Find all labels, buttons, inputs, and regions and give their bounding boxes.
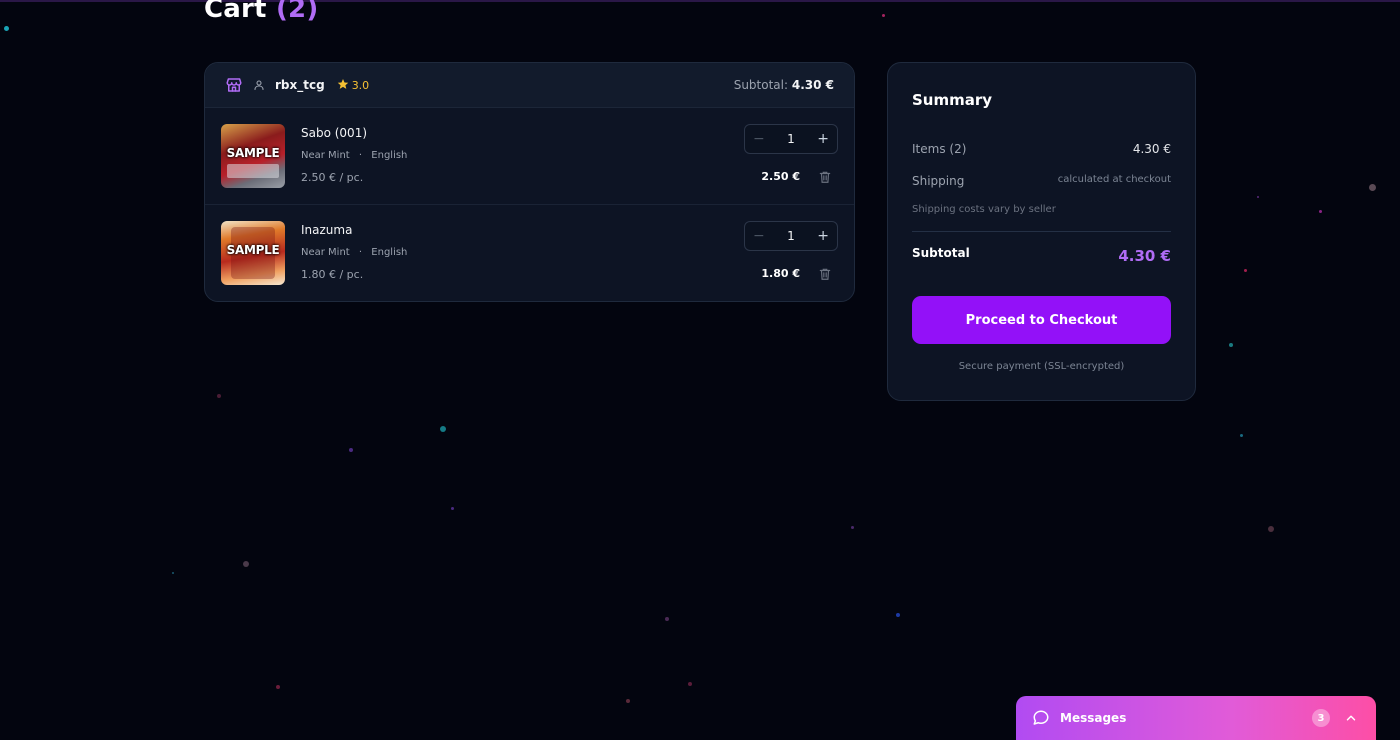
summary-shipping-label: Shipping [912,174,965,188]
shipping-note: Shipping costs vary by seller [912,204,1056,215]
star-icon [337,78,349,93]
store-icon [225,76,243,94]
summary-shipping-row: Shipping calculated at checkout [912,174,1171,188]
cart-count: (2) [275,0,319,24]
summary-subtotal-label: Subtotal [912,246,970,260]
seller-subtotal: Subtotal: 4.30 € [734,78,834,92]
item-unit-price: 1.80 € / pc. [301,268,364,281]
summary-subtotal-value: 4.30 € [1118,247,1171,265]
card-thumbnail[interactable]: SAMPLE [221,124,285,188]
increase-quantity-button[interactable]: + [817,228,829,244]
chevron-up-icon[interactable] [1344,711,1358,725]
quantity-stepper: − 1 + [744,221,838,251]
summary-shipping-value: calculated at checkout [1057,174,1171,185]
seller-cart-group: rbx_tcg 3.0 Subtotal: 4.30 € SAMPLE Sabo… [204,62,855,302]
user-icon [253,79,265,91]
seller-subtotal-label: Subtotal: [733,78,789,92]
summary-items-value: 4.30 € [1132,142,1171,156]
decrease-quantity-button[interactable]: − [753,228,765,244]
summary-items-label: Items (2) [912,142,967,156]
decrease-quantity-button[interactable]: − [753,131,765,147]
summary-divider [912,231,1171,232]
item-attributes: Near Mint · English [301,247,408,258]
summary-title: Summary [912,91,993,109]
trash-icon[interactable] [818,170,832,184]
item-condition: Near Mint [301,150,350,161]
item-name[interactable]: Inazuma [301,223,352,237]
seller-header: rbx_tcg 3.0 Subtotal: 4.30 € [205,63,854,108]
cart-item: SAMPLE Sabo (001) Near Mint · English 2.… [205,108,854,205]
page-title: Cart (2) [204,0,318,24]
item-attributes: Near Mint · English [301,150,408,161]
seller-rating: 3.0 [337,78,370,93]
item-unit-price: 2.50 € / pc. [301,171,364,184]
increase-quantity-button[interactable]: + [817,131,829,147]
item-line-total: 2.50 € [761,170,800,183]
quantity-value[interactable]: 1 [787,132,795,146]
seller-name-link[interactable]: rbx_tcg [275,78,325,92]
proceed-to-checkout-button[interactable]: Proceed to Checkout [912,296,1171,344]
messages-widget[interactable]: Messages 3 [1016,696,1376,740]
page-title-text: Cart [204,0,267,24]
sample-watermark: SAMPLE [226,146,280,160]
messages-label: Messages [1060,711,1127,725]
summary-items-row: Items (2) 4.30 € [912,142,1171,156]
seller-subtotal-value: 4.30 € [791,78,834,92]
order-summary: Summary Items (2) 4.30 € Shipping calcul… [887,62,1196,401]
item-condition: Near Mint [301,247,350,258]
cart-item: SAMPLE Inazuma Near Mint · English 1.80 … [205,205,854,301]
chat-bubble-icon [1032,709,1050,727]
item-language: English [371,247,408,258]
unread-count-badge: 3 [1312,709,1330,727]
item-line-total: 1.80 € [761,267,800,280]
sample-watermark: SAMPLE [226,243,280,257]
quantity-value[interactable]: 1 [787,229,795,243]
item-name[interactable]: Sabo (001) [301,126,367,140]
trash-icon[interactable] [818,267,832,281]
item-language: English [371,150,408,161]
secure-payment-note: Secure payment (SSL-encrypted) [958,361,1125,372]
rating-value: 3.0 [351,78,370,92]
quantity-stepper: − 1 + [744,124,838,154]
card-thumbnail[interactable]: SAMPLE [221,221,285,285]
